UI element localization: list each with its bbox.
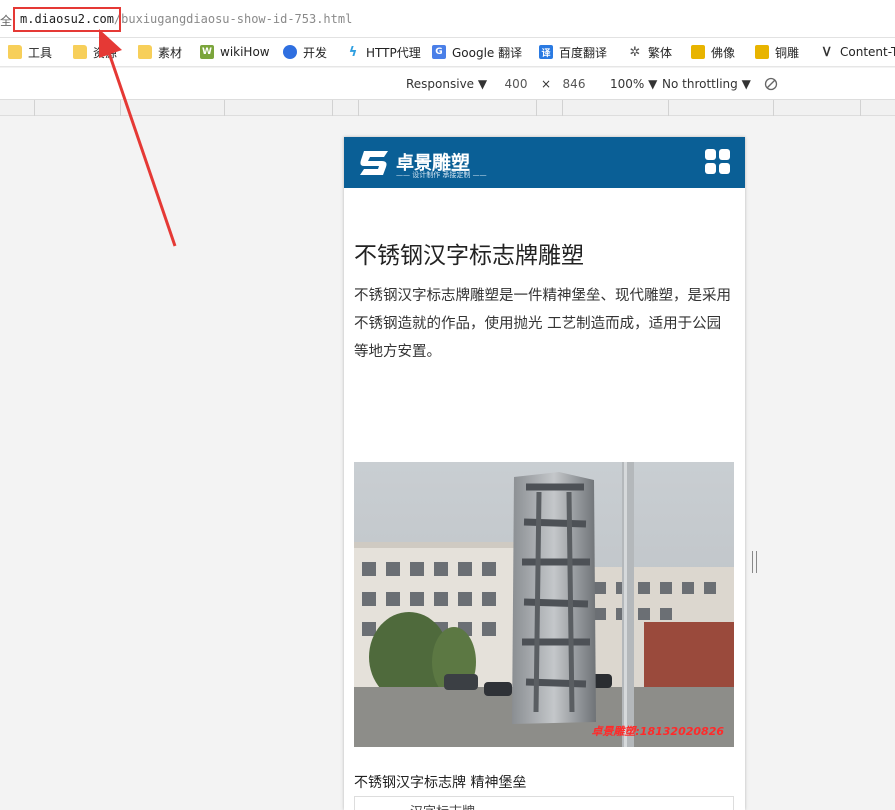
annotation-arrow-icon xyxy=(99,29,177,247)
